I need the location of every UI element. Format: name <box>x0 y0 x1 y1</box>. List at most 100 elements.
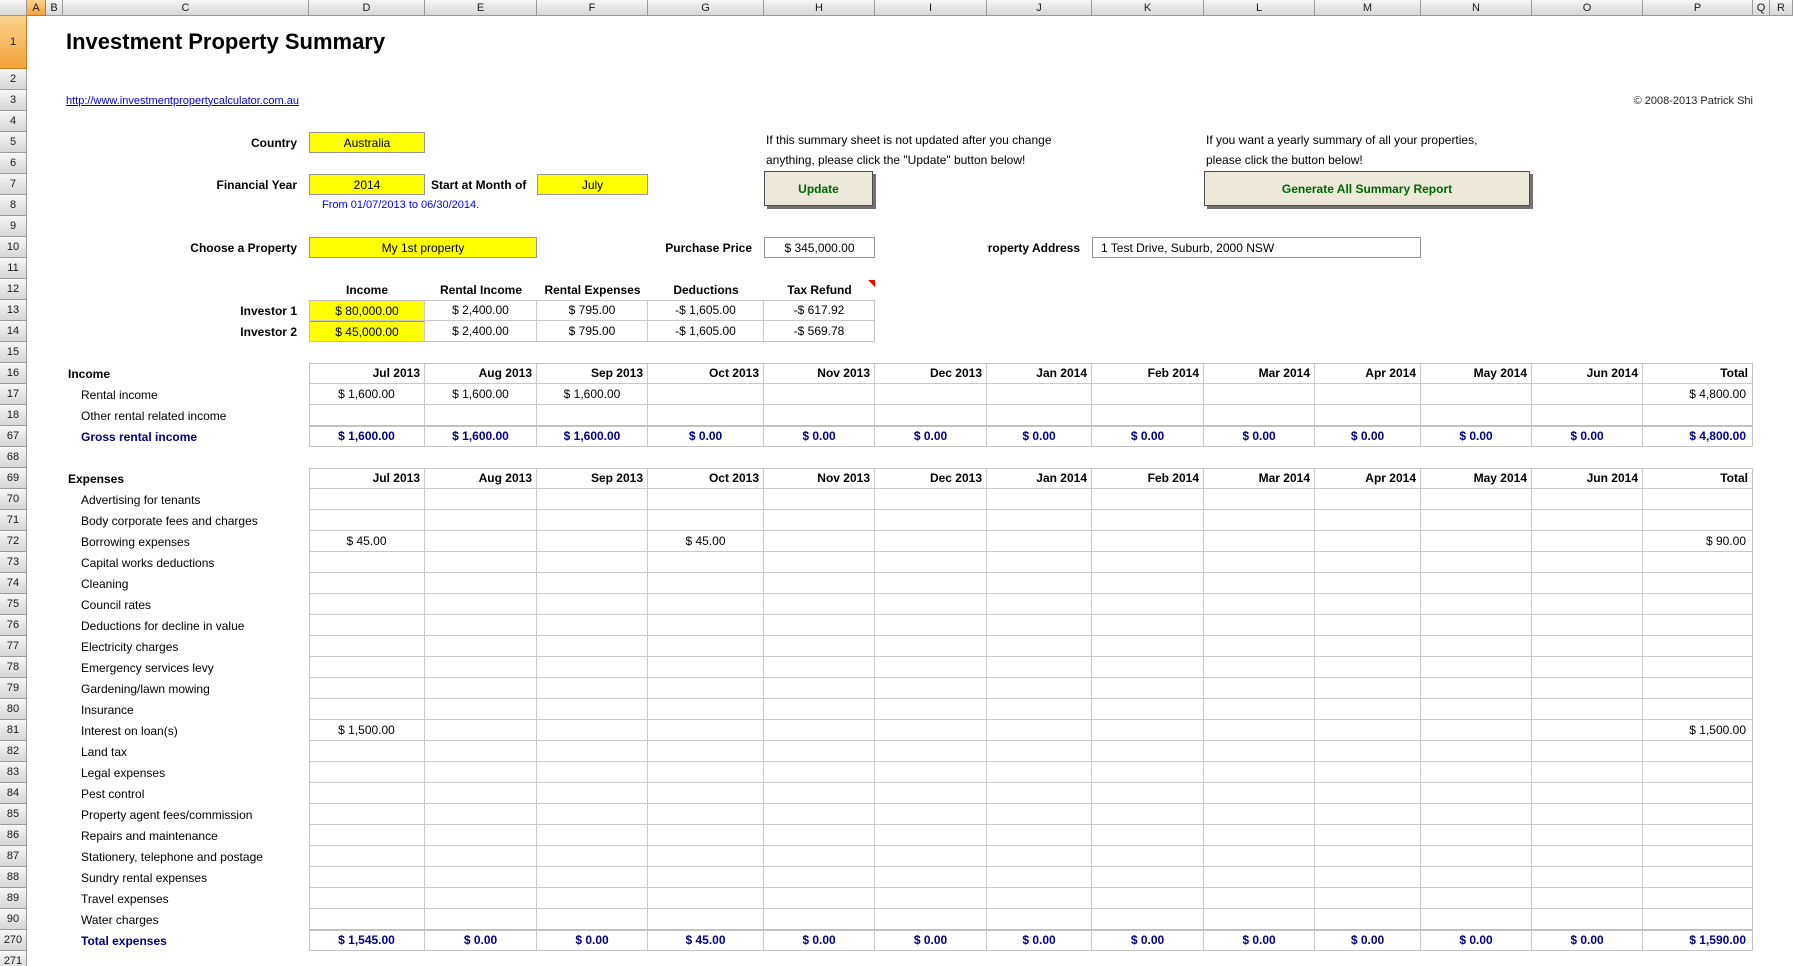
cell-O90[interactable] <box>1532 909 1643 930</box>
cell-H73[interactable] <box>764 552 875 573</box>
cell-D14[interactable]: $ 45,000.00 <box>309 321 425 342</box>
cell-J70[interactable] <box>987 489 1092 510</box>
row-header-2[interactable]: 2 <box>0 69 27 90</box>
cell-H88[interactable] <box>764 867 875 888</box>
cell-E90[interactable] <box>425 909 537 930</box>
cell-K89[interactable] <box>1092 888 1204 909</box>
cell-G71[interactable] <box>648 510 764 531</box>
cell-M89[interactable] <box>1315 888 1421 909</box>
cell-O17[interactable] <box>1532 384 1643 405</box>
row-header-11[interactable]: 11 <box>0 258 27 279</box>
cell-E88[interactable] <box>425 867 537 888</box>
cell-N78[interactable] <box>1421 657 1532 678</box>
cell-H87[interactable] <box>764 846 875 867</box>
cell-J89[interactable] <box>987 888 1092 909</box>
row-header-13[interactable]: 13 <box>0 300 27 321</box>
cell-H84[interactable] <box>764 783 875 804</box>
cell-K84[interactable] <box>1092 783 1204 804</box>
row-header-88[interactable]: 88 <box>0 867 27 888</box>
cell-G67[interactable]: $ 0.00 <box>648 426 764 447</box>
cell-G270[interactable]: $ 45.00 <box>648 930 764 951</box>
cell-N88[interactable] <box>1421 867 1532 888</box>
cell-L270[interactable]: $ 0.00 <box>1204 930 1315 951</box>
generate-report-button[interactable]: Generate All Summary Report <box>1204 171 1530 206</box>
cell-M79[interactable] <box>1315 678 1421 699</box>
cell-F75[interactable] <box>537 594 648 615</box>
cell-J76[interactable] <box>987 615 1092 636</box>
cell-J88[interactable] <box>987 867 1092 888</box>
cell-G75[interactable] <box>648 594 764 615</box>
cell-K18[interactable] <box>1092 405 1204 426</box>
cell-I78[interactable] <box>875 657 987 678</box>
cell-N82[interactable] <box>1421 741 1532 762</box>
cell-G84[interactable] <box>648 783 764 804</box>
cell-F82[interactable] <box>537 741 648 762</box>
cell-L72[interactable] <box>1204 531 1315 552</box>
cell-P87[interactable] <box>1643 846 1753 867</box>
cell-O81[interactable] <box>1532 720 1643 741</box>
row-header-72[interactable]: 72 <box>0 531 27 552</box>
row-header-69[interactable]: 69 <box>0 468 27 489</box>
cell-F18[interactable] <box>537 405 648 426</box>
col-header-E[interactable]: E <box>425 0 537 16</box>
row-header-8[interactable]: 8 <box>0 195 27 216</box>
cell-E73[interactable] <box>425 552 537 573</box>
cell-G82[interactable] <box>648 741 764 762</box>
cell-J86[interactable] <box>987 825 1092 846</box>
cell-P17[interactable]: $ 4,800.00 <box>1643 384 1753 405</box>
cell-L71[interactable] <box>1204 510 1315 531</box>
cell-D89[interactable] <box>309 888 425 909</box>
cell-G70[interactable] <box>648 489 764 510</box>
cell-L67[interactable]: $ 0.00 <box>1204 426 1315 447</box>
cell-N72[interactable] <box>1421 531 1532 552</box>
cell-N77[interactable] <box>1421 636 1532 657</box>
cell-H81[interactable] <box>764 720 875 741</box>
cell-K83[interactable] <box>1092 762 1204 783</box>
cell-G76[interactable] <box>648 615 764 636</box>
cell-G13[interactable]: -$ 1,605.00 <box>648 300 764 321</box>
cell-M71[interactable] <box>1315 510 1421 531</box>
col-header-G[interactable]: G <box>648 0 764 16</box>
cell-F79[interactable] <box>537 678 648 699</box>
row-header-3[interactable]: 3 <box>0 90 27 111</box>
cell-N81[interactable] <box>1421 720 1532 741</box>
cell-F73[interactable] <box>537 552 648 573</box>
cell-F67[interactable]: $ 1,600.00 <box>537 426 648 447</box>
cell-H86[interactable] <box>764 825 875 846</box>
cell-F80[interactable] <box>537 699 648 720</box>
col-header-F[interactable]: F <box>537 0 648 16</box>
cell-E78[interactable] <box>425 657 537 678</box>
col-header-D[interactable]: D <box>309 0 425 16</box>
cell-D270[interactable]: $ 1,545.00 <box>309 930 425 951</box>
cell-N90[interactable] <box>1421 909 1532 930</box>
cell-O85[interactable] <box>1532 804 1643 825</box>
cell-H18[interactable] <box>764 405 875 426</box>
row-header-81[interactable]: 81 <box>0 720 27 741</box>
cell-M77[interactable] <box>1315 636 1421 657</box>
row-header-6[interactable]: 6 <box>0 153 27 174</box>
cell-P70[interactable] <box>1643 489 1753 510</box>
cell-K77[interactable] <box>1092 636 1204 657</box>
cell-D88[interactable] <box>309 867 425 888</box>
cell-F270[interactable]: $ 0.00 <box>537 930 648 951</box>
cell-P73[interactable] <box>1643 552 1753 573</box>
row-header-76[interactable]: 76 <box>0 615 27 636</box>
cell-P80[interactable] <box>1643 699 1753 720</box>
cell-L79[interactable] <box>1204 678 1315 699</box>
cell-P67[interactable]: $ 4,800.00 <box>1643 426 1753 447</box>
cell-F89[interactable] <box>537 888 648 909</box>
col-header-A[interactable]: A <box>27 0 46 16</box>
cell-H270[interactable]: $ 0.00 <box>764 930 875 951</box>
property-selector[interactable]: My 1st property <box>309 237 537 258</box>
row-header-270[interactable]: 270 <box>0 930 27 951</box>
cell-P83[interactable] <box>1643 762 1753 783</box>
cell-O70[interactable] <box>1532 489 1643 510</box>
cell-D75[interactable] <box>309 594 425 615</box>
cell-P82[interactable] <box>1643 741 1753 762</box>
row-header-10[interactable]: 10 <box>0 237 27 258</box>
cell-O270[interactable]: $ 0.00 <box>1532 930 1643 951</box>
cell-O72[interactable] <box>1532 531 1643 552</box>
cell-D13[interactable]: $ 80,000.00 <box>309 300 425 321</box>
row-header-75[interactable]: 75 <box>0 594 27 615</box>
row-header-14[interactable]: 14 <box>0 321 27 342</box>
